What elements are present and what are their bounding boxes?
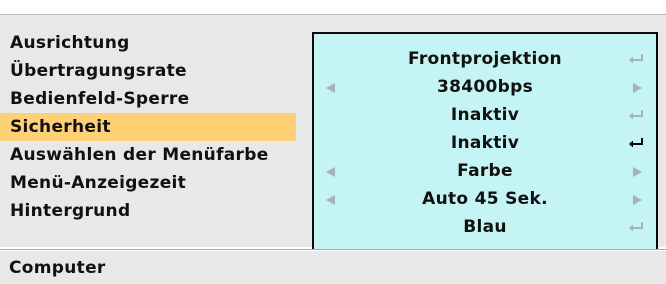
menu-item-ausrichtung[interactable]: Ausrichtung (0, 29, 296, 57)
menu-item-uebertragungsrate[interactable]: Übertragungsrate (0, 57, 296, 85)
value-hintergrund: Blau (463, 217, 507, 237)
status-source-label: Computer (9, 258, 106, 278)
value-panel: Frontprojektion 38400bps Inaktiv Inaktiv (312, 32, 658, 257)
value-sicherheit: Inaktiv (450, 133, 520, 153)
menu-item-bedienfeld-sperre[interactable]: Bedienfeld-Sperre (0, 85, 296, 113)
status-bar: Computer (0, 250, 666, 284)
enter-icon[interactable] (628, 52, 644, 66)
value-anzeigezeit: Auto 45 Sek. (422, 189, 548, 209)
value-row-ausrichtung[interactable]: Frontprojektion (314, 45, 656, 73)
value-row-hintergrund[interactable]: Blau (314, 213, 656, 241)
enter-icon[interactable] (628, 108, 644, 122)
value-row-bedienfeld-sperre[interactable]: Inaktiv (314, 101, 656, 129)
arrow-right-icon[interactable] (633, 83, 642, 93)
value-bedienfeld-sperre: Inaktiv (450, 105, 520, 125)
enter-icon[interactable] (628, 136, 644, 150)
menu-item-hintergrund[interactable]: Hintergrund (0, 197, 296, 225)
value-row-uebertragungsrate[interactable]: 38400bps (314, 73, 656, 101)
value-row-anzeigezeit[interactable]: Auto 45 Sek. (314, 185, 656, 213)
menu-item-sicherheit[interactable]: Sicherheit (0, 113, 296, 141)
value-row-sicherheit[interactable]: Inaktiv (314, 129, 656, 157)
menu-item-anzeigezeit[interactable]: Menü-Anzeigezeit (0, 169, 296, 197)
arrow-right-icon[interactable] (633, 167, 642, 177)
arrow-right-icon[interactable] (633, 195, 642, 205)
value-row-menufarbe[interactable]: Farbe (314, 157, 656, 185)
enter-icon[interactable] (628, 220, 644, 234)
value-menufarbe: Farbe (457, 161, 513, 181)
menu-item-menufarbe[interactable]: Auswählen der Menüfarbe (0, 141, 296, 169)
value-ausrichtung: Frontprojektion (408, 49, 562, 69)
value-uebertragungsrate: 38400bps (437, 77, 533, 97)
settings-panel: Ausrichtung Übertragungsrate Bedienfeld-… (0, 14, 666, 257)
